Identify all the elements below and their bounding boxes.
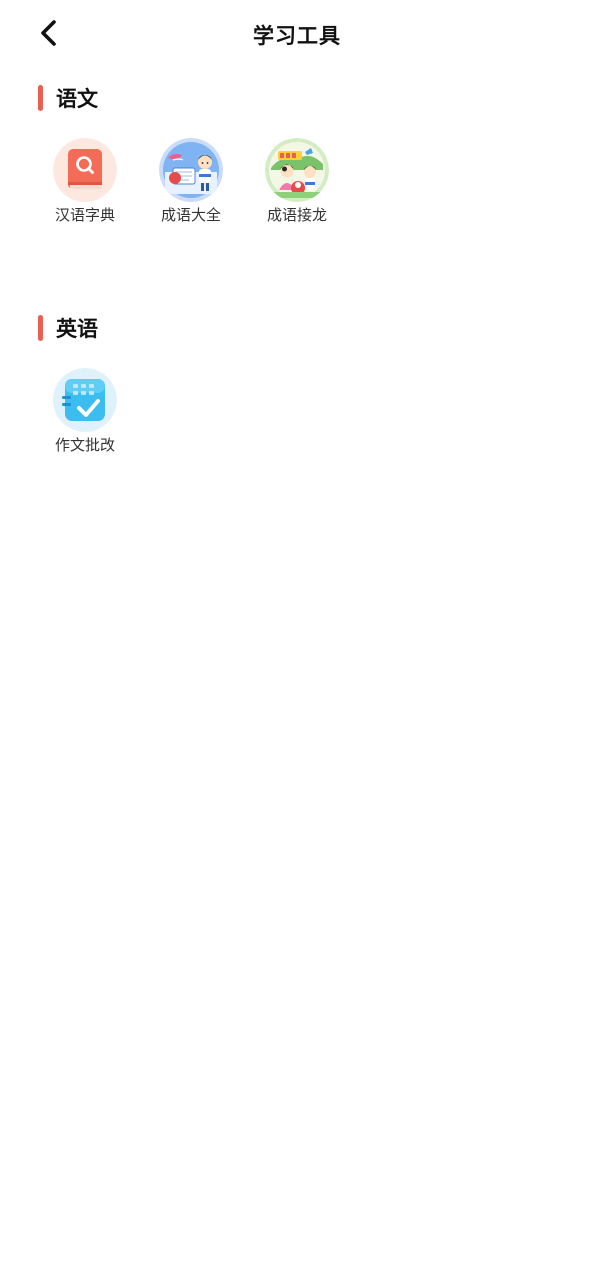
top-bar: 学习工具 bbox=[0, 0, 594, 70]
section-accent-bar bbox=[38, 315, 43, 341]
tool-label: 成语大全 bbox=[160, 206, 221, 224]
section-title: 英语 bbox=[56, 317, 98, 341]
section-header: 英语 bbox=[38, 313, 98, 343]
tool-label: 成语接龙 bbox=[266, 206, 327, 224]
section-english: 英语 作文批改 bbox=[0, 312, 594, 472]
tool-essay-correction[interactable]: 作文批改 bbox=[40, 368, 130, 464]
tool-idiom-chain[interactable]: 成语接龙 bbox=[252, 138, 342, 234]
section-header: 语文 bbox=[38, 83, 98, 113]
tool-chinese-dictionary[interactable]: 汉语字典 bbox=[40, 138, 130, 234]
tool-label: 汉语字典 bbox=[54, 206, 115, 224]
dictionary-book-search-icon bbox=[53, 138, 117, 202]
tool-idiom-collection[interactable]: 成语大全 bbox=[146, 138, 236, 234]
tool-label: 作文批改 bbox=[54, 436, 115, 454]
section-chinese: 语文 汉语字典 成语大全 成语接龙 bbox=[0, 82, 594, 242]
section-title: 语文 bbox=[56, 87, 98, 111]
section-accent-bar bbox=[38, 85, 43, 111]
essay-correction-check-icon bbox=[53, 368, 117, 432]
page-title: 学习工具 bbox=[253, 24, 341, 48]
idiom-chain-icon bbox=[265, 138, 329, 202]
idiom-collection-icon bbox=[159, 138, 223, 202]
